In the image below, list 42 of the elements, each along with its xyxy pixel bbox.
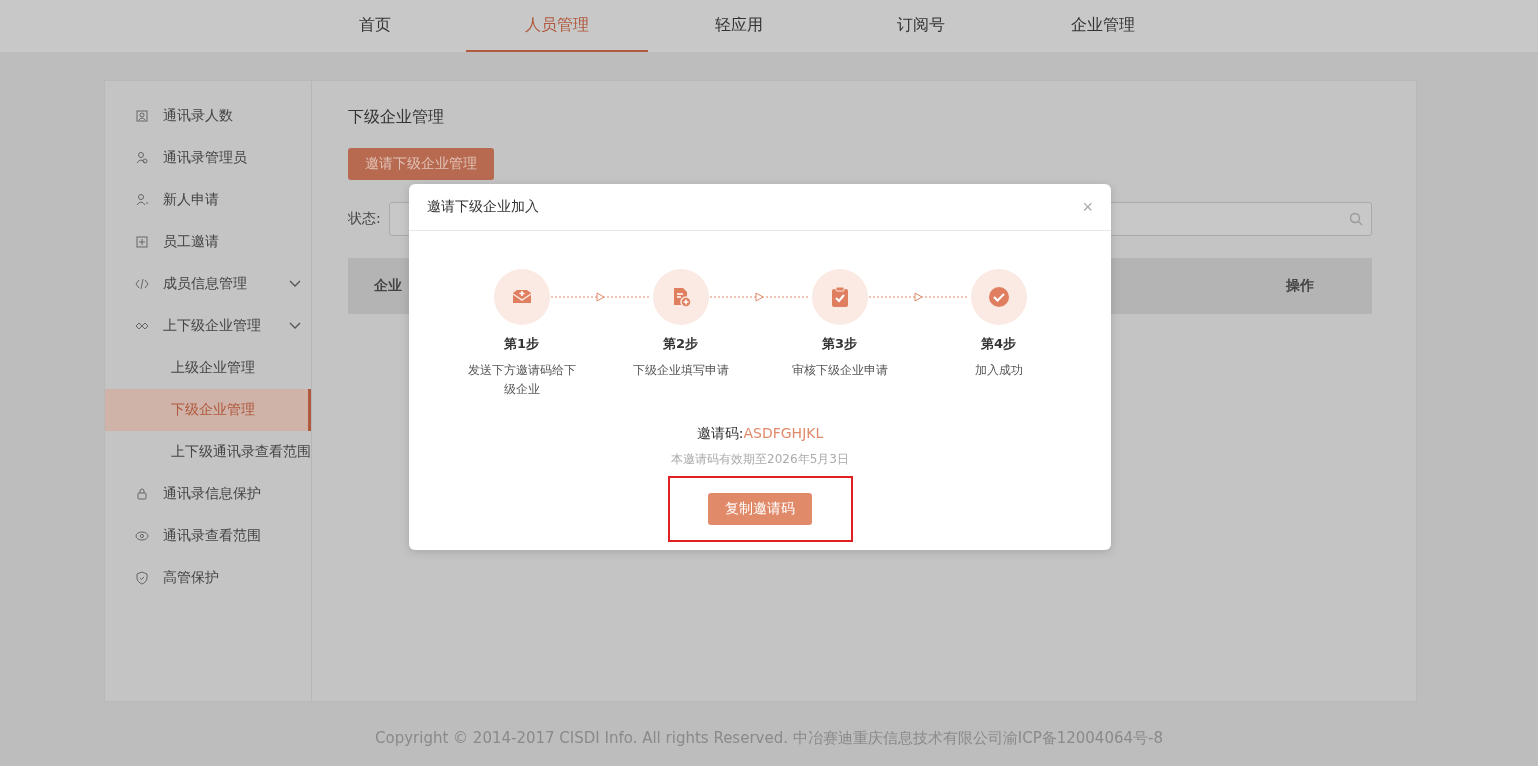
- sidebar-item-icon: [135, 529, 149, 543]
- sidebar-item[interactable]: 通讯录信息保护: [105, 473, 311, 515]
- sidebar-item-icon: [135, 277, 149, 291]
- step-description: 审核下级企业申请: [790, 362, 889, 379]
- sidebar-item[interactable]: 高管保护: [105, 557, 311, 599]
- sidebar-item-icon: [135, 109, 149, 123]
- sidebar-item-icon: [135, 235, 149, 249]
- sidebar-item-icon: [135, 151, 149, 165]
- step-title: 第1步: [503, 335, 539, 353]
- sidebar-subitem[interactable]: 上下级通讯录查看范围: [105, 431, 311, 473]
- step-title: 第3步: [821, 335, 857, 353]
- nav-tab[interactable]: 订阅号: [830, 0, 1012, 52]
- sidebar-item-icon: [135, 487, 149, 501]
- sidebar-item[interactable]: 通讯录人数: [105, 95, 311, 137]
- step-title: 第2步: [662, 335, 698, 353]
- dialog-title: 邀请下级企业加入: [427, 198, 539, 216]
- sidebar-item[interactable]: 通讯录管理员: [105, 137, 311, 179]
- nav-tab[interactable]: 企业管理: [1012, 0, 1194, 52]
- sidebar-item[interactable]: 上下级企业管理: [105, 305, 311, 347]
- sidebar-item[interactable]: 新人申请: [105, 179, 311, 221]
- sidebar-item-icon: [135, 571, 149, 585]
- nav-tab[interactable]: 首页: [284, 0, 466, 52]
- column-header: 企业: [374, 277, 402, 295]
- chevron-down-icon: [289, 280, 301, 288]
- step-description: 加入成功: [973, 362, 1024, 379]
- invite-code: 邀请码:ASDFGHJKL: [695, 425, 825, 443]
- sidebar-item-icon: [135, 193, 149, 207]
- step-title: 第4步: [980, 335, 1016, 353]
- sidebar-subitem[interactable]: 上级企业管理: [105, 347, 311, 389]
- sidebar-item[interactable]: 成员信息管理: [105, 263, 311, 305]
- page-title: 下级企业管理: [348, 107, 445, 128]
- sidebar-item[interactable]: 员工邀请: [105, 221, 311, 263]
- step-description: 发送下方邀请码给下级企业: [466, 362, 577, 398]
- step-description: 下级企业填写申请: [631, 362, 730, 379]
- nav-tab[interactable]: 轻应用: [648, 0, 830, 52]
- search-icon: [1349, 212, 1363, 226]
- column-header: 操作: [1286, 277, 1314, 295]
- nav-tab[interactable]: 人员管理: [466, 0, 648, 52]
- chevron-down-icon: [289, 322, 301, 330]
- sidebar-item[interactable]: 通讯录查看范围: [105, 515, 311, 557]
- status-label: 状态:: [348, 210, 381, 228]
- validity-text: 本邀请码有效期至2026年5月3日: [670, 451, 850, 468]
